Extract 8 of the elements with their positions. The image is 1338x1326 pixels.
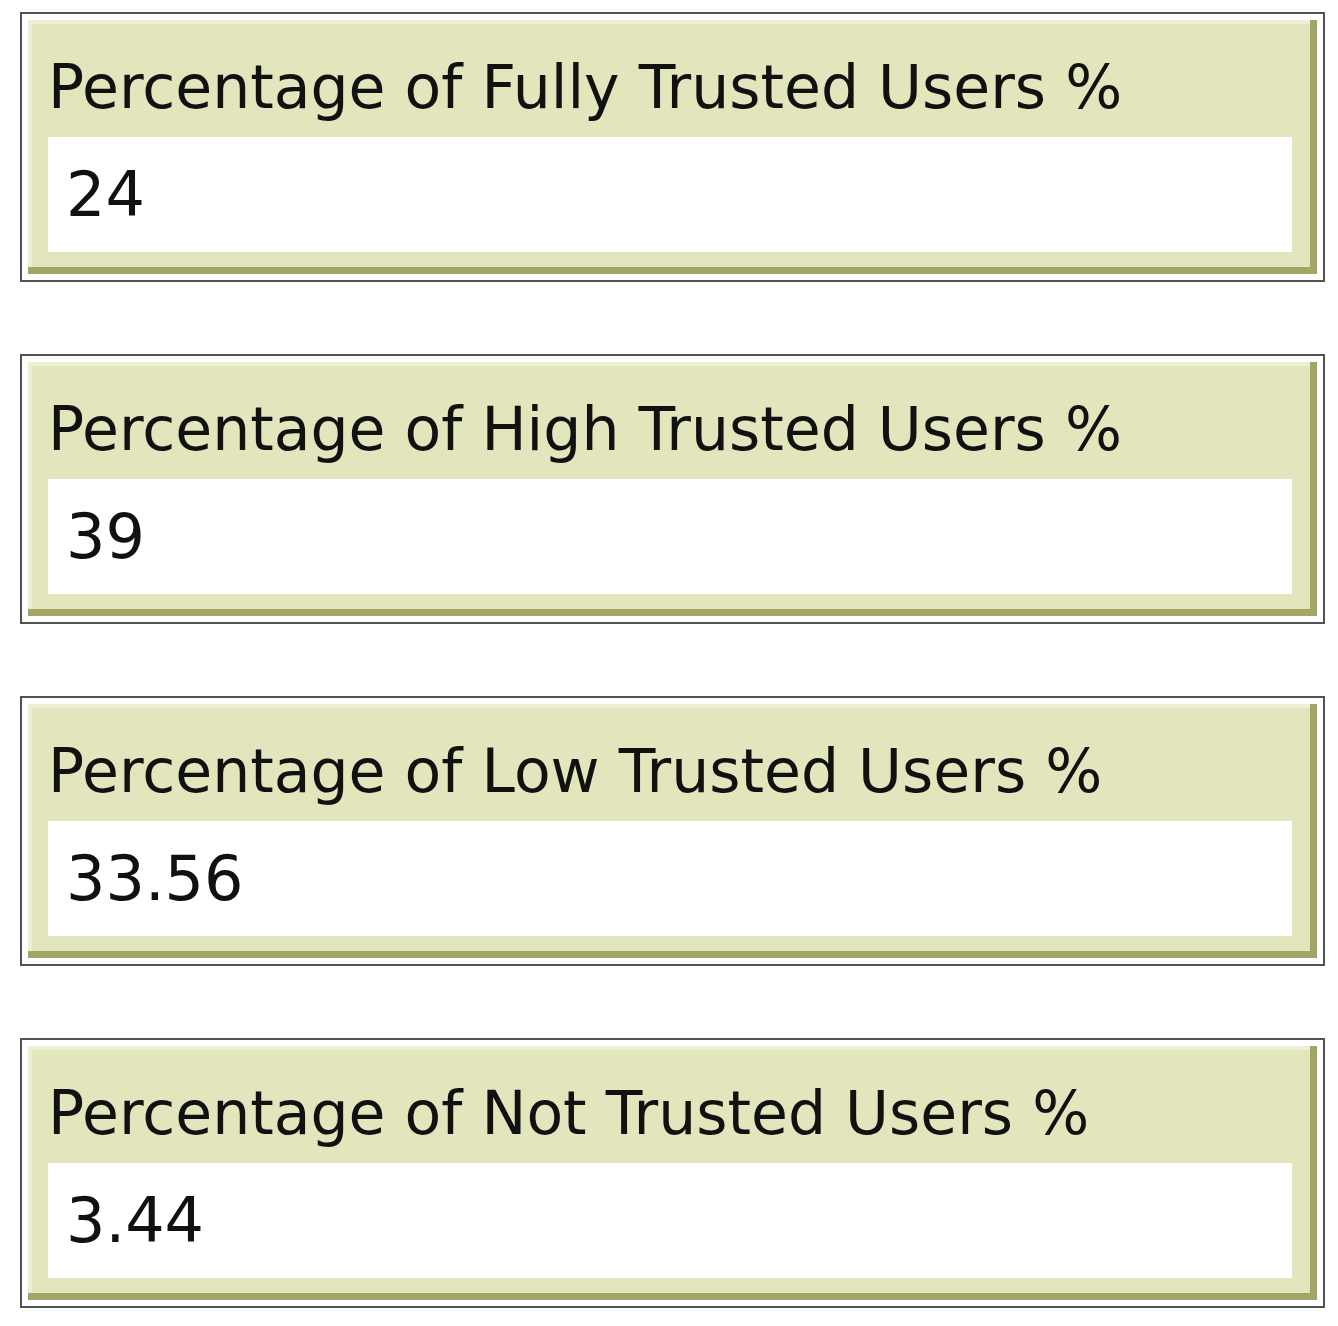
field-label: Percentage of Low Trusted Users % (48, 735, 1103, 808)
field-label: Percentage of Not Trusted Users % (48, 1077, 1090, 1150)
value-field[interactable]: 33.56 (48, 821, 1292, 936)
value-field[interactable]: 24 (48, 137, 1292, 252)
value-field[interactable]: 39 (48, 479, 1292, 594)
field-label: Percentage of High Trusted Users % (48, 393, 1122, 466)
field-label: Percentage of Fully Trusted Users % (48, 51, 1123, 124)
value-field[interactable]: 3.44 (48, 1163, 1292, 1278)
